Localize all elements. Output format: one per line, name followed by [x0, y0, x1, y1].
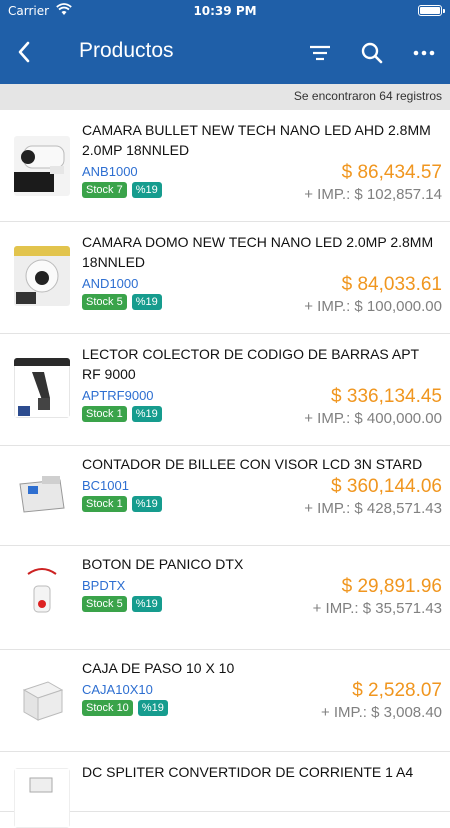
product-price: $ 2,528.07 [352, 680, 442, 701]
stock-badge: Stock 7 [82, 182, 127, 198]
navigation-bar: Productos [0, 22, 450, 84]
search-icon[interactable] [357, 38, 387, 68]
back-arrow-icon[interactable] [12, 38, 40, 66]
more-icon[interactable] [409, 38, 439, 68]
product-price-with-tax: + IMP.: $ 35,571.43 [312, 600, 442, 617]
page-title: Productos [79, 39, 174, 62]
product-price: $ 336,134.45 [331, 386, 442, 407]
tax-badge: %19 [131, 596, 162, 612]
dome-camera-image [14, 246, 70, 306]
status-bar: Carrier 10:39 PM [0, 0, 450, 22]
product-item[interactable]: CAJA DE PASO 10 X 10 CAJA10X10 Stock 10 … [0, 650, 450, 752]
product-price-with-tax: + IMP.: $ 3,008.40 [320, 704, 442, 721]
product-item[interactable]: CAMARA DOMO NEW TECH NANO LED 2.0MP 2.8M… [0, 222, 450, 334]
tax-badge: %19 [131, 496, 162, 512]
product-list: CAMARA BULLET NEW TECH NANO LED AHD 2.8M… [0, 110, 450, 828]
stock-badge: Stock 10 [82, 700, 133, 716]
product-code: BPDTX [82, 578, 126, 593]
product-price-with-tax: + IMP.: $ 400,000.00 [304, 410, 442, 427]
product-name: CAJA DE PASO 10 X 10 [82, 660, 235, 676]
barcode-scanner-image [14, 358, 70, 418]
product-price-with-tax: + IMP.: $ 428,571.43 [304, 500, 442, 517]
results-count-bar: Se encontraron 64 registros [0, 84, 450, 110]
stock-badge: Stock 1 [82, 406, 127, 422]
product-name: LECTOR COLECTOR DE CODIGO DE BARRAS APT … [82, 346, 419, 382]
product-code: BC1001 [82, 478, 129, 493]
product-item[interactable]: CAMARA BULLET NEW TECH NANO LED AHD 2.8M… [0, 110, 450, 222]
stock-badge: Stock 1 [82, 496, 127, 512]
stock-badge: Stock 5 [82, 294, 127, 310]
filter-icon[interactable] [305, 38, 335, 68]
product-name: CAMARA BULLET NEW TECH NANO LED AHD 2.8M… [82, 122, 431, 158]
junction-box-image [14, 668, 70, 728]
product-code: ANB1000 [82, 164, 138, 179]
product-item[interactable]: BOTON DE PANICO DTX BPDTX Stock 5 %19 $ … [0, 546, 450, 650]
tax-badge: %19 [137, 700, 168, 716]
product-item[interactable]: DC SPLITER CONVERTIDOR DE CORRIENTE 1 A4 [0, 752, 450, 828]
product-name: CAMARA DOMO NEW TECH NANO LED 2.0MP 2.8M… [82, 234, 434, 270]
stock-badge: Stock 5 [82, 596, 127, 612]
product-name: CONTADOR DE BILLEE CON VISOR LCD 3N STAR… [82, 456, 423, 472]
product-price: $ 29,891.96 [341, 576, 442, 597]
product-price-with-tax: + IMP.: $ 100,000.00 [304, 298, 442, 315]
tax-badge: %19 [131, 182, 162, 198]
dc-splitter-image [14, 768, 70, 828]
product-price: $ 86,434.57 [341, 162, 442, 183]
bill-counter-image [14, 462, 70, 522]
battery-icon [418, 5, 445, 16]
panic-button-image [14, 564, 70, 624]
bullet-camera-image [14, 136, 70, 196]
product-price: $ 360,144.06 [331, 476, 442, 497]
product-item[interactable]: LECTOR COLECTOR DE CODIGO DE BARRAS APT … [0, 334, 450, 446]
product-name: DC SPLITER CONVERTIDOR DE CORRIENTE 1 A4 [82, 764, 414, 780]
product-code: AND1000 [82, 276, 139, 291]
product-price-with-tax: + IMP.: $ 102,857.14 [304, 186, 442, 203]
product-price: $ 84,033.61 [341, 274, 442, 295]
tax-badge: %19 [131, 294, 162, 310]
tax-badge: %19 [131, 406, 162, 422]
product-code: APTRF9000 [82, 388, 154, 403]
status-time: 10:39 PM [193, 4, 257, 18]
results-count: Se encontraron 64 registros [293, 89, 442, 103]
product-code: CAJA10X10 [82, 682, 153, 697]
product-name: BOTON DE PANICO DTX [82, 556, 244, 572]
product-item[interactable]: CONTADOR DE BILLEE CON VISOR LCD 3N STAR… [0, 446, 450, 546]
